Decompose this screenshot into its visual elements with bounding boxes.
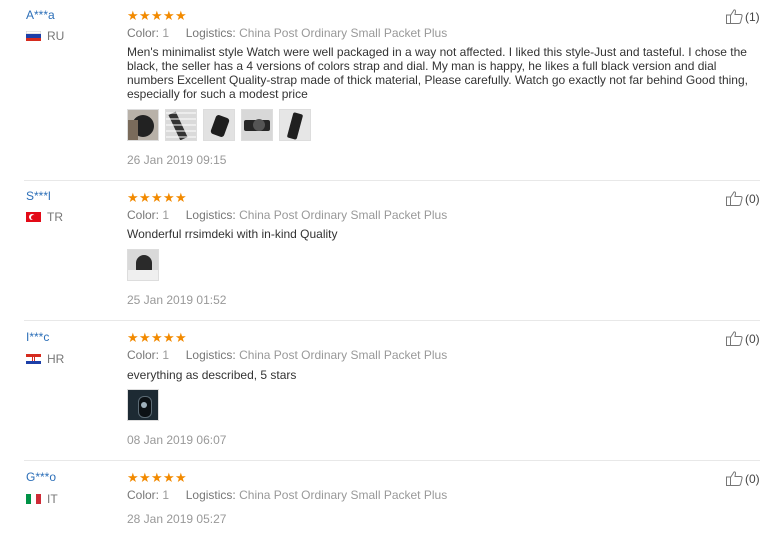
star-icon: ★ <box>175 330 187 345</box>
helpful-count: (1) <box>745 9 760 24</box>
star-icon: ★ <box>127 190 139 205</box>
color-value: 1 <box>162 26 170 40</box>
review-date: 28 Jan 2019 05:27 <box>127 512 227 526</box>
logistics-label: Logistics: <box>185 26 236 40</box>
star-icon: ★ <box>175 470 187 485</box>
star-icon: ★ <box>127 8 139 23</box>
review-item: A***a RU ★ ★ ★ ★ ★ Color: 1 Logistics: China… <box>0 0 765 180</box>
star-icon: ★ <box>127 470 139 485</box>
color-value: 1 <box>162 348 170 362</box>
color-label: Color: <box>127 488 160 502</box>
logistics-value: China Post Ordinary Small Packet Plus <box>239 348 448 362</box>
review-photo[interactable] <box>279 109 311 141</box>
reviewer-name[interactable]: A***a <box>26 8 55 22</box>
reviewer-country: RU <box>26 29 64 43</box>
helpful-count: (0) <box>745 331 760 346</box>
star-icon: ★ <box>139 190 151 205</box>
order-info: Color: 1 Logistics: China Post Ordinary … <box>127 488 447 502</box>
star-icon: ★ <box>127 330 139 345</box>
order-info: Color: 1 Logistics: China Post Ordinary … <box>127 208 447 222</box>
star-icon: ★ <box>139 330 151 345</box>
review-photo[interactable] <box>127 109 159 141</box>
reviewer-name[interactable]: G***o <box>26 470 56 484</box>
star-icon: ★ <box>139 470 151 485</box>
logistics-value: China Post Ordinary Small Packet Plus <box>239 208 448 222</box>
star-icon: ★ <box>151 330 163 345</box>
color-label: Color: <box>127 26 160 40</box>
color-label: Color: <box>127 348 160 362</box>
country-code: IT <box>47 492 58 506</box>
review-photo[interactable] <box>241 109 273 141</box>
review-photo[interactable] <box>203 109 235 141</box>
helpful-button[interactable]: (0) <box>726 471 760 486</box>
review-date: 26 Jan 2019 09:15 <box>127 153 227 167</box>
country-code: HR <box>47 352 65 366</box>
star-icon: ★ <box>151 8 163 23</box>
review-text: Wonderful rrsimdeki with in-kind Quality <box>127 227 338 241</box>
review-photos <box>127 389 165 421</box>
reviewer-name[interactable]: S***l <box>26 189 51 203</box>
thumbs-up-icon <box>726 471 743 486</box>
star-icon: ★ <box>175 190 187 205</box>
reviewer-country: IT <box>26 492 58 506</box>
flag-icon <box>26 354 41 364</box>
reviewer-country: HR <box>26 352 64 366</box>
review-text: everything as described, 5 stars <box>127 368 297 382</box>
flag-icon <box>26 494 41 504</box>
helpful-button[interactable]: (1) <box>726 9 760 24</box>
logistics-label: Logistics: <box>185 208 236 222</box>
review-photo[interactable] <box>127 389 159 421</box>
reviewer-name[interactable]: I***c <box>26 330 49 344</box>
rating-stars: ★ ★ ★ ★ ★ <box>127 191 187 204</box>
star-icon: ★ <box>151 470 163 485</box>
rating-stars: ★ ★ ★ ★ ★ <box>127 9 187 22</box>
review-item: G***o IT ★ ★ ★ ★ ★ Color: 1 Logistics: China… <box>0 461 765 537</box>
review-date: 08 Jan 2019 06:07 <box>127 433 227 447</box>
order-info: Color: 1 Logistics: China Post Ordinary … <box>127 348 447 362</box>
thumbs-up-icon <box>726 191 743 206</box>
helpful-button[interactable]: (0) <box>726 191 760 206</box>
order-info: Color: 1 Logistics: China Post Ordinary … <box>127 26 447 40</box>
logistics-label: Logistics: <box>185 348 236 362</box>
color-label: Color: <box>127 208 160 222</box>
thumbs-up-icon <box>726 9 743 24</box>
helpful-count: (0) <box>745 471 760 486</box>
star-icon: ★ <box>139 8 151 23</box>
logistics-label: Logistics: <box>185 488 236 502</box>
logistics-value: China Post Ordinary Small Packet Plus <box>239 26 448 40</box>
star-icon: ★ <box>163 470 175 485</box>
review-date: 25 Jan 2019 01:52 <box>127 293 227 307</box>
flag-icon <box>26 31 41 41</box>
logistics-value: China Post Ordinary Small Packet Plus <box>239 488 448 502</box>
review-photos <box>127 109 317 141</box>
reviewer-country: TR <box>26 210 63 224</box>
review-photo[interactable] <box>127 249 159 281</box>
flag-icon <box>26 212 41 222</box>
color-value: 1 <box>162 488 170 502</box>
review-photos <box>127 249 165 281</box>
review-item: S***l TR ★ ★ ★ ★ ★ Color: 1 Logistics: China… <box>0 181 765 320</box>
review-photo[interactable] <box>165 109 197 141</box>
country-code: RU <box>47 29 65 43</box>
review-text: Men's minimalist style Watch were well p… <box>127 45 748 101</box>
star-icon: ★ <box>163 190 175 205</box>
rating-stars: ★ ★ ★ ★ ★ <box>127 471 187 484</box>
color-value: 1 <box>162 208 170 222</box>
helpful-count: (0) <box>745 191 760 206</box>
star-icon: ★ <box>163 8 175 23</box>
star-icon: ★ <box>163 330 175 345</box>
country-code: TR <box>47 210 63 224</box>
star-icon: ★ <box>151 190 163 205</box>
helpful-button[interactable]: (0) <box>726 331 760 346</box>
thumbs-up-icon <box>726 331 743 346</box>
star-icon: ★ <box>175 8 187 23</box>
review-item: I***c HR ★ ★ ★ ★ ★ Color: 1 Logistics: China… <box>0 321 765 460</box>
rating-stars: ★ ★ ★ ★ ★ <box>127 331 187 344</box>
